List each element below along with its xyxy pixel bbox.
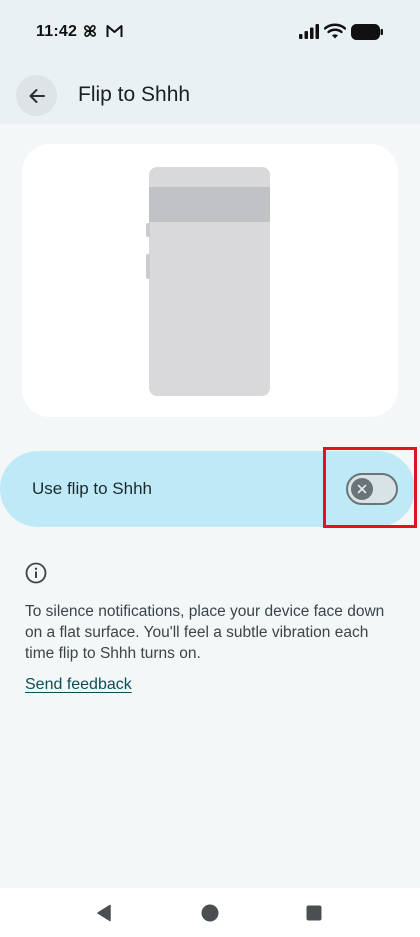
use-flip-to-shhh-row[interactable]: Use flip to Shhh: [0, 451, 415, 527]
back-triangle-icon: [97, 904, 111, 921]
use-flip-to-shhh-toggle[interactable]: [346, 473, 398, 505]
phone-side-button: [146, 254, 150, 279]
app-bar: Flip to Shhh: [0, 66, 420, 124]
send-feedback-link[interactable]: Send feedback: [25, 676, 132, 694]
arrow-back-icon: [29, 88, 45, 103]
phone-side-button: [146, 223, 150, 237]
gmail-icon: [106, 25, 123, 37]
pinwheel-icon: [84, 25, 96, 37]
use-flip-to-shhh-label: Use flip to Shhh: [32, 479, 153, 498]
phone-icon: [149, 167, 270, 396]
signal-icon: [299, 24, 319, 39]
status-time: 11:42: [36, 23, 78, 40]
info-description: To silence notifications, place your dev…: [25, 603, 385, 662]
navigation-bar: [0, 888, 420, 937]
nav-home-button[interactable]: [186, 888, 234, 937]
main-content: Use flip to Shhh To silence notification…: [0, 124, 420, 888]
illustration-card: [22, 144, 398, 417]
info-icon: [25, 562, 47, 584]
phone-band: [149, 187, 270, 222]
home-circle-icon: [201, 904, 219, 921]
back-button[interactable]: [16, 75, 57, 116]
battery-icon: [351, 24, 383, 40]
page-title: Flip to Shhh: [78, 83, 191, 106]
overview-square-icon: [306, 905, 322, 920]
toggle-thumb: [351, 478, 373, 500]
nav-back-button[interactable]: [80, 888, 128, 937]
close-icon: [357, 484, 367, 494]
status-bar: 11:42: [0, 0, 420, 66]
wifi-icon: [324, 23, 346, 39]
nav-overview-button[interactable]: [290, 888, 338, 937]
